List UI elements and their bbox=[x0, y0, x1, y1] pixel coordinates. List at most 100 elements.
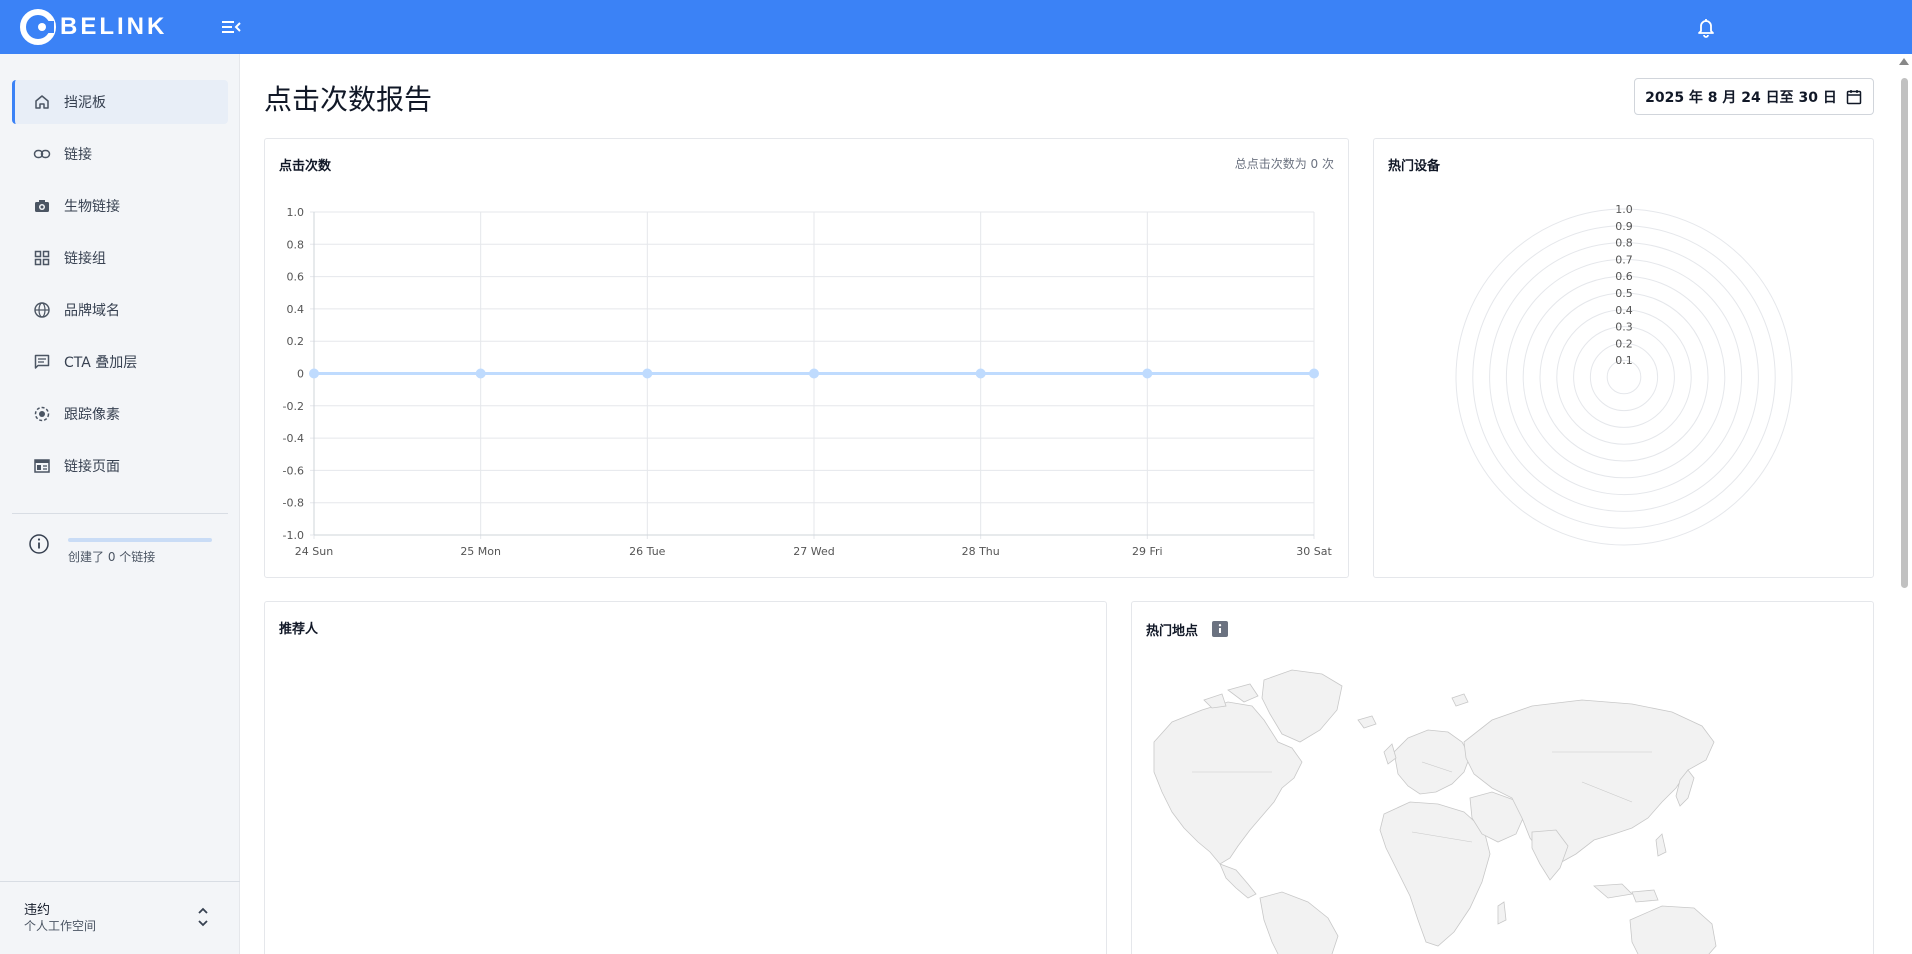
data-point bbox=[975, 368, 986, 379]
data-point bbox=[809, 368, 819, 379]
clicks-card: 点击次数 总点击次数为 0 次 1.0 0.8 0.6 0.4 0.2 0 -0.2 -0.4… bbox=[264, 138, 1349, 578]
bell-icon[interactable] bbox=[1693, 14, 1719, 40]
page-icon bbox=[32, 456, 52, 476]
radar-tick-label: 0.1 bbox=[1615, 354, 1633, 367]
referrers-card: 推荐人 bbox=[264, 601, 1107, 954]
sidebar-item-links[interactable]: 链接 bbox=[12, 132, 228, 176]
devices-card: 热门设备 1.0 0.9 0.8 0.7 0.6 0.5 0.4 0.3 0.2 0.1 bbox=[1373, 138, 1874, 578]
brand-logo[interactable]: BELINK bbox=[20, 9, 167, 45]
menu-collapse-icon[interactable] bbox=[218, 14, 244, 40]
radar-tick-label: 1.0 bbox=[1615, 203, 1633, 216]
y-tick-label: -0.6 bbox=[283, 464, 304, 477]
logo-mark-icon bbox=[20, 9, 56, 45]
grid-icon bbox=[32, 248, 52, 268]
globe-icon bbox=[32, 300, 52, 320]
clicks-line-chart: 1.0 0.8 0.6 0.4 0.2 0 -0.2 -0.4 -0.6 -0.8 -1.0 24 S… bbox=[283, 206, 1333, 558]
info-icon bbox=[29, 534, 49, 554]
y-tick-label: -1.0 bbox=[283, 529, 304, 542]
y-tick-label: 0.6 bbox=[287, 271, 305, 284]
sidebar: 挡泥板 链接 生物链接 链接组 品牌域名 CTA 叠加层 跟踪像素 链接页面 创… bbox=[0, 54, 240, 954]
radar-tick-label: 0.5 bbox=[1615, 287, 1633, 300]
x-tick-label: 30 Sat bbox=[1296, 545, 1332, 558]
usage-text: 创建了 0 个链接 bbox=[68, 550, 156, 564]
map-region-madagascar bbox=[1497, 901, 1507, 925]
pixel-target-icon bbox=[32, 404, 52, 424]
message-icon bbox=[32, 352, 52, 372]
sidebar-item-tracking-pixels[interactable]: 跟踪像素 bbox=[12, 392, 228, 436]
sidebar-item-label: 挡泥板 bbox=[64, 95, 106, 111]
radar-ring bbox=[1539, 292, 1709, 462]
scroll-thumb[interactable] bbox=[1901, 78, 1908, 588]
data-point bbox=[1309, 368, 1319, 379]
page-title: 点击次数报告 bbox=[264, 83, 433, 116]
sidebar-item-label: 链接页面 bbox=[64, 459, 120, 475]
map-region-africa bbox=[1379, 801, 1491, 947]
workspace-switcher[interactable]: 违约 个人工作空间 bbox=[0, 882, 240, 954]
usage-progress-bar bbox=[68, 538, 212, 542]
y-tick-label: -0.2 bbox=[283, 400, 304, 413]
y-tick-label: -0.4 bbox=[283, 432, 304, 445]
calendar-icon bbox=[1846, 89, 1862, 104]
sidebar-item-cta-overlays[interactable]: CTA 叠加层 bbox=[12, 340, 228, 384]
sidebar-divider bbox=[12, 513, 228, 514]
page-scrollbar[interactable] bbox=[1897, 54, 1912, 954]
sidebar-item-label: 链接组 bbox=[64, 251, 106, 267]
radar-tick-label: 0.2 bbox=[1615, 337, 1633, 350]
map-region-iceland bbox=[1357, 715, 1377, 729]
brand-name: BELINK bbox=[60, 13, 168, 40]
map-region-indonesia bbox=[1593, 883, 1633, 899]
data-point bbox=[642, 368, 653, 379]
map-region-central-america bbox=[1219, 863, 1257, 899]
sidebar-item-label: CTA 叠加层 bbox=[64, 355, 138, 371]
workspace-type: 个人工作空间 bbox=[24, 919, 97, 933]
sidebar-item-label: 跟踪像素 bbox=[64, 407, 120, 423]
y-tick-label: 0.4 bbox=[287, 303, 305, 316]
radar-tick-label: 0.4 bbox=[1615, 304, 1633, 317]
world-map bbox=[1153, 669, 1717, 954]
y-tick-label: 0 bbox=[297, 368, 304, 381]
x-tick-label: 24 Sun bbox=[295, 545, 333, 558]
chevron-up-down-icon bbox=[198, 907, 208, 927]
sidebar-nav: 挡泥板 链接 生物链接 链接组 品牌域名 CTA 叠加层 跟踪像素 链接页面 bbox=[12, 80, 228, 496]
sidebar-item-brand-domains[interactable]: 品牌域名 bbox=[12, 288, 228, 332]
radar-tick-label: 0.8 bbox=[1615, 237, 1633, 250]
date-range-label: 2025 年 8 月 24 日至 30 日 bbox=[1645, 89, 1837, 106]
y-tick-label: 1.0 bbox=[287, 206, 305, 219]
sidebar-item-link-pages[interactable]: 链接页面 bbox=[12, 444, 228, 488]
map-region-philippines bbox=[1655, 833, 1667, 857]
map-region-arctic-islands bbox=[1227, 683, 1259, 703]
sidebar-item-link-groups[interactable]: 链接组 bbox=[12, 236, 228, 280]
map-region-europe bbox=[1393, 729, 1471, 795]
x-tick-label: 29 Fri bbox=[1132, 545, 1163, 558]
sidebar-item-label: 链接 bbox=[64, 147, 92, 163]
x-tick-label: 25 Mon bbox=[460, 545, 501, 558]
radar-tick-label: 0.3 bbox=[1615, 321, 1633, 334]
date-range-picker[interactable]: 2025 年 8 月 24 日至 30 日 bbox=[1634, 78, 1874, 115]
map-region-svalbard bbox=[1451, 693, 1469, 707]
map-region-south-america bbox=[1259, 891, 1339, 954]
x-tick-label: 28 Thu bbox=[962, 545, 1000, 558]
radar-tick-label: 0.7 bbox=[1615, 253, 1633, 266]
map-region-australia bbox=[1629, 905, 1717, 954]
camera-icon bbox=[32, 196, 52, 216]
data-point bbox=[1142, 368, 1153, 379]
y-tick-label: 0.8 bbox=[287, 238, 305, 251]
scroll-up-arrow-icon[interactable] bbox=[1899, 58, 1909, 65]
link-icon bbox=[32, 144, 52, 164]
top-bar: BELINK bbox=[0, 0, 1912, 54]
referrers-card-title: 推荐人 bbox=[279, 622, 319, 637]
map-region-arctic-islands bbox=[1203, 693, 1227, 709]
data-point bbox=[475, 368, 486, 379]
sidebar-item-bio-links[interactable]: 生物链接 bbox=[12, 184, 228, 228]
sidebar-item-dashboard[interactable]: 挡泥板 bbox=[12, 80, 228, 124]
workspace-name: 违约 bbox=[24, 903, 51, 918]
map-region-uk bbox=[1383, 743, 1397, 765]
map-region-indonesia bbox=[1631, 889, 1659, 903]
map-region-greenland bbox=[1261, 669, 1343, 743]
x-tick-label: 27 Wed bbox=[793, 545, 834, 558]
locations-card: 热门地点 bbox=[1131, 601, 1874, 954]
radar-tick-label: 0.9 bbox=[1615, 220, 1633, 233]
y-tick-label: 0.2 bbox=[287, 335, 305, 348]
data-point bbox=[309, 368, 319, 379]
radar-tick-label: 0.6 bbox=[1615, 270, 1633, 283]
